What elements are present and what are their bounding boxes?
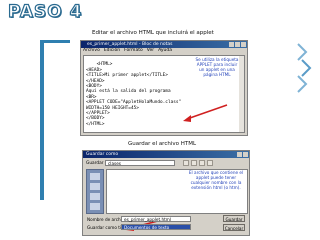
lookin-dropdown[interactable]: clases [105, 160, 175, 166]
dialog-toolbar [183, 160, 213, 166]
menu-ayuda[interactable]: Ayuda [158, 48, 172, 54]
notepad-content: <HTML> <HEAD> <TITLE>Mi primer applet</T… [86, 62, 182, 127]
caption-edit-html: Editar el archivo HTML que incluirá el a… [92, 30, 214, 36]
caption-save-html: Guardar el archivo HTML [128, 141, 197, 147]
minimize-button[interactable] [229, 42, 234, 47]
close-button[interactable] [241, 42, 246, 47]
up-folder-icon[interactable] [191, 160, 197, 166]
filename-input[interactable]: es_primer_applet.html [121, 216, 191, 222]
save-as-dialog: Guardar como Guardar en: clases El archi… [82, 150, 250, 236]
close-button[interactable] [243, 152, 248, 157]
view-menu-icon[interactable] [207, 160, 213, 166]
filetype-dropdown[interactable]: Documentos de texto [121, 224, 191, 230]
help-button[interactable] [237, 152, 242, 157]
save-dialog-title: Guardar como [86, 152, 119, 157]
accent-horizontal-line [40, 40, 70, 43]
file-list[interactable]: El archivo que contiene el applet puede … [106, 169, 248, 214]
slide-title: PASO 4 [7, 1, 83, 22]
applet-tag-note: Se utiliza la etiqueta APPLET para inclu… [195, 57, 239, 77]
save-button[interactable]: Guardar [223, 215, 245, 222]
notepad-menubar: Archivo Edición Formato Ver Ayuda [81, 48, 247, 54]
chevrons-decoration [297, 43, 312, 93]
html-extension-note: El archivo que contiene el applet puede … [188, 170, 244, 190]
red-arrow-icon [183, 104, 228, 122]
notepad-titlebar[interactable]: es_primer_applet.html - Bloc de notas [81, 41, 247, 48]
new-folder-icon[interactable] [199, 160, 205, 166]
menu-formato[interactable]: Formato [124, 48, 143, 54]
menu-edicion[interactable]: Edición [104, 48, 120, 54]
notepad-title: es_primer_applet.html - Bloc de notas [87, 42, 173, 47]
cancel-button[interactable]: Cancelar [223, 224, 245, 231]
documents-icon[interactable] [90, 193, 100, 200]
notepad-window: es_primer_applet.html - Bloc de notas Ar… [80, 40, 248, 136]
menu-ver[interactable]: Ver [147, 48, 154, 54]
accent-vertical-line [40, 40, 44, 200]
maximize-button[interactable] [235, 42, 240, 47]
recent-icon[interactable] [90, 173, 100, 180]
save-dialog-titlebar[interactable]: Guardar como [83, 151, 249, 158]
places-bar [86, 169, 104, 214]
back-icon[interactable] [183, 160, 189, 166]
menu-archivo[interactable]: Archivo [83, 48, 100, 54]
desktop-icon[interactable] [90, 183, 100, 190]
computer-icon[interactable] [90, 203, 100, 210]
